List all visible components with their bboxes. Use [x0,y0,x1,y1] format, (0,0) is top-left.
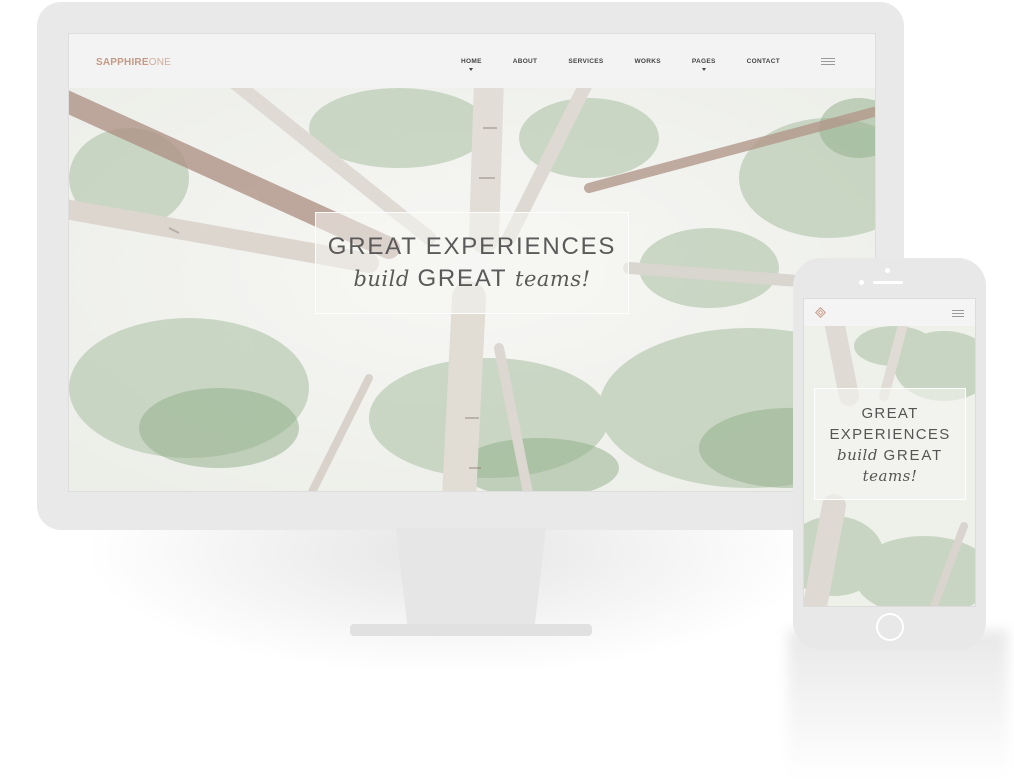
mobile-hero-italic-word: build [837,446,878,464]
logo-light-text: ONE [148,57,172,68]
diamond-logo-icon[interactable] [815,307,826,318]
desktop-navbar: SAPPHIREONE HOME ABOUT SERVICES WORKS PA… [69,34,875,88]
hero-headline-line2: build GREAT teams! [316,265,628,293]
monitor-stand-neck [396,528,546,632]
hero-headline-box: GREAT EXPERIENCES build GREAT teams! [315,212,629,314]
mobile-navbar [804,299,975,326]
hamburger-menu-icon[interactable] [952,310,964,317]
phone-shadow [788,630,1008,779]
caret-down-icon [469,68,474,71]
mobile-hero-section: GREAT EXPERIENCES build GREAT teams! [804,326,975,606]
caret-down-icon [701,68,706,71]
nav-item-home[interactable]: HOME [461,58,482,71]
hero-italic-end: teams! [515,267,591,291]
mobile-hero-headline-box: GREAT EXPERIENCES build GREAT teams! [814,388,966,500]
phone-home-button[interactable] [876,613,904,641]
nav-item-label: ABOUT [512,58,538,65]
mobile-hero-line4: teams! [815,466,965,487]
mobile-hero-line2: EXPERIENCES [829,426,951,443]
nav-item-label: HOME [461,58,482,65]
desktop-screen: SAPPHIREONE HOME ABOUT SERVICES WORKS PA… [68,33,876,492]
nav-item-about[interactable]: ABOUT [513,58,538,65]
logo-bold-text: SAPPHIRE [96,57,149,68]
mobile-hero-line3: build GREAT [815,445,965,466]
nav-item-label: PAGES [691,58,716,65]
hero-caps-word: GREAT [417,265,508,292]
nav-item-services[interactable]: SERVICES [568,58,603,65]
hero-headline-line1: GREAT EXPERIENCES [327,233,617,260]
hero-section: GREAT EXPERIENCES build GREAT teams! [69,88,875,491]
nav-item-label: SERVICES [568,58,604,65]
phone-sensor [859,280,864,285]
nav-menu: HOME ABOUT SERVICES WORKS PAGES CONTACT [461,58,780,71]
monitor-stand-foot [350,624,592,636]
phone-camera [885,268,890,273]
nav-item-label: CONTACT [746,58,781,65]
site-logo[interactable]: SAPPHIREONE [96,57,171,68]
mobile-hero-caps-word: GREAT [883,447,943,464]
mobile-hero-italic-end: teams! [862,467,918,485]
nav-item-works[interactable]: WORKS [634,58,660,65]
hero-italic-word: build [353,267,410,291]
phone-speaker [873,281,903,284]
nav-item-contact[interactable]: CONTACT [747,58,780,65]
mobile-screen: GREAT EXPERIENCES build GREAT teams! [803,298,976,607]
mobile-hero-line1: GREAT [861,405,919,422]
nav-item-label: WORKS [634,58,661,65]
nav-item-pages[interactable]: PAGES [691,58,716,71]
hamburger-menu-icon[interactable] [821,58,835,66]
